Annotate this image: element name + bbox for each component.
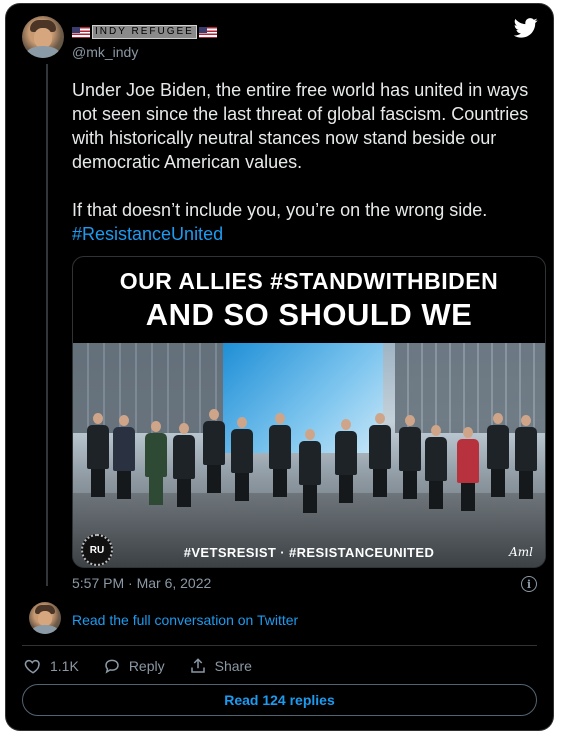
author-name[interactable]: INDY REFUGEE [72, 24, 217, 40]
reply-icon [105, 659, 119, 674]
image-headline: OUR ALLIES #STANDWITHBIDEN AND SO SHOULD… [119, 268, 499, 332]
artist-signature: Aml [509, 545, 533, 559]
us-flag-icon [198, 26, 217, 38]
tweet-timestamp[interactable]: 5:57 PM · Mar 6, 2022 [72, 575, 211, 591]
twitter-bird-icon[interactable] [514, 18, 538, 38]
author-handle[interactable]: @mk_indy [72, 44, 138, 60]
tweet-paragraph: Under Joe Biden, the entire free world h… [72, 80, 529, 172]
reply-button[interactable]: Reply [103, 657, 165, 675]
tweet-text: Under Joe Biden, the entire free world h… [72, 78, 542, 246]
share-label: Share [214, 658, 252, 674]
hashtag-link[interactable]: #ResistanceUnited [72, 224, 223, 244]
conversation-avatar[interactable] [29, 602, 61, 634]
tweet-paragraph: If that doesn’t include you, you’re on t… [72, 200, 488, 244]
share-button[interactable]: Share [189, 657, 252, 675]
heart-icon [24, 659, 40, 674]
share-icon [190, 658, 205, 673]
tweet-card: INDY REFUGEE @mk_indy Under Joe Biden, t… [6, 4, 553, 730]
tweet-media-image[interactable]: OUR ALLIES #STANDWITHBIDEN AND SO SHOULD… [72, 256, 546, 568]
author-avatar[interactable] [22, 16, 64, 58]
image-caption: #VETSRESIST · #RESISTANCEUNITED [183, 545, 435, 560]
read-conversation-link[interactable]: Read the full conversation on Twitter [72, 612, 298, 628]
group-photo [73, 343, 545, 567]
like-button[interactable]: 1.1K [24, 657, 79, 675]
info-icon[interactable]: i [521, 576, 537, 592]
author-display-name: INDY REFUGEE [92, 25, 197, 39]
read-replies-button[interactable]: Read 124 replies [22, 684, 537, 716]
reply-label: Reply [128, 658, 165, 674]
divider [22, 645, 537, 646]
us-flag-icon [72, 26, 90, 38]
like-count: 1.1K [50, 658, 79, 674]
thread-line [46, 64, 48, 586]
tweet-actions: 1.1K Reply Share [24, 655, 276, 677]
